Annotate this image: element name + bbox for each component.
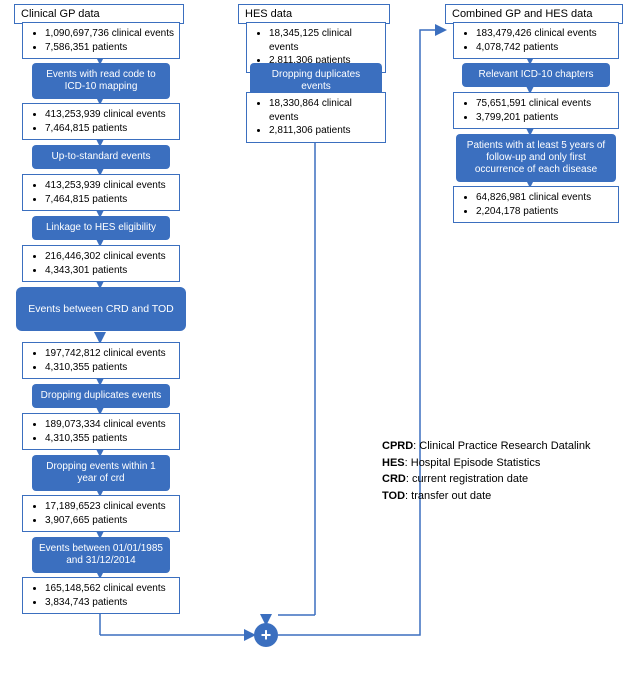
comb-data-4: 64,826,981 clinical events 2,204,178 pat… bbox=[453, 186, 619, 223]
text: 1,090,697,736 clinical events bbox=[45, 27, 175, 41]
merge-plus-icon: + bbox=[254, 623, 278, 647]
gp-data-12: 17,189,6523 clinical events 3,907,665 pa… bbox=[22, 495, 180, 532]
text: 4,310,355 patients bbox=[45, 361, 175, 375]
legend-row: CPRD: Clinical Practice Research Datalin… bbox=[382, 438, 632, 455]
text: 197,742,812 clinical events bbox=[45, 347, 175, 361]
gp-proc-13: Events between 01/01/1985 and 31/12/2014 bbox=[32, 537, 170, 573]
gp-proc-7: Events between CRD and TOD bbox=[16, 287, 186, 331]
text: 2,204,178 patients bbox=[476, 205, 614, 219]
text: 18,330,864 clinical events bbox=[269, 97, 381, 124]
text: 4,343,301 patients bbox=[45, 264, 175, 278]
gp-data-8: 197,742,812 clinical events 4,310,355 pa… bbox=[22, 342, 180, 379]
text: 7,464,815 patients bbox=[45, 122, 175, 136]
text: 413,253,939 clinical events bbox=[45, 179, 175, 193]
text: 17,189,6523 clinical events bbox=[45, 500, 175, 514]
gp-data-14: 165,148,562 clinical events 3,834,743 pa… bbox=[22, 577, 180, 614]
gp-data-6: 216,446,302 clinical events 4,343,301 pa… bbox=[22, 245, 180, 282]
legend-row: CRD: current registration date bbox=[382, 471, 632, 488]
gp-data-10: 189,073,334 clinical events 4,310,355 pa… bbox=[22, 413, 180, 450]
gp-proc-1: Events with read code to ICD-10 mapping bbox=[32, 63, 170, 99]
text: 3,907,665 patients bbox=[45, 514, 175, 528]
text: 7,464,815 patients bbox=[45, 193, 175, 207]
gp-proc-3: Up-to-standard events bbox=[32, 145, 170, 169]
gp-data-2: 413,253,939 clinical events 7,464,815 pa… bbox=[22, 103, 180, 140]
comb-proc-1: Relevant ICD-10 chapters bbox=[462, 63, 610, 87]
text: 183,479,426 clinical events bbox=[476, 27, 614, 41]
text: 3,834,743 patients bbox=[45, 596, 175, 610]
gp-proc-9: Dropping duplicates events bbox=[32, 384, 170, 408]
hes-data-2: 18,330,864 clinical events 2,811,306 pat… bbox=[246, 92, 386, 143]
text: 75,651,591 clinical events bbox=[476, 97, 614, 111]
text: 4,078,742 patients bbox=[476, 41, 614, 55]
text: 189,073,334 clinical events bbox=[45, 418, 175, 432]
legend-row: TOD: transfer out date bbox=[382, 488, 632, 505]
comb-data-2: 75,651,591 clinical events 3,799,201 pat… bbox=[453, 92, 619, 129]
gp-data-0: 1,090,697,736 clinical events 7,586,351 … bbox=[22, 22, 180, 59]
comb-proc-3: Patients with at least 5 years of follow… bbox=[456, 134, 616, 182]
text: 18,345,125 clinical events bbox=[269, 27, 381, 54]
text: 64,826,981 clinical events bbox=[476, 191, 614, 205]
gp-proc-11: Dropping events within 1 year of crd bbox=[32, 455, 170, 491]
gp-proc-5: Linkage to HES eligibility bbox=[32, 216, 170, 240]
text: 413,253,939 clinical events bbox=[45, 108, 175, 122]
text: 2,811,306 patients bbox=[269, 124, 381, 138]
text: 3,799,201 patients bbox=[476, 111, 614, 125]
text: 165,148,562 clinical events bbox=[45, 582, 175, 596]
text: 7,586,351 patients bbox=[45, 41, 175, 55]
legend: CPRD: Clinical Practice Research Datalin… bbox=[382, 438, 632, 504]
gp-data-4: 413,253,939 clinical events 7,464,815 pa… bbox=[22, 174, 180, 211]
text: 4,310,355 patients bbox=[45, 432, 175, 446]
legend-row: HES: Hospital Episode Statistics bbox=[382, 455, 632, 472]
comb-data-0: 183,479,426 clinical events 4,078,742 pa… bbox=[453, 22, 619, 59]
text: 216,446,302 clinical events bbox=[45, 250, 175, 264]
